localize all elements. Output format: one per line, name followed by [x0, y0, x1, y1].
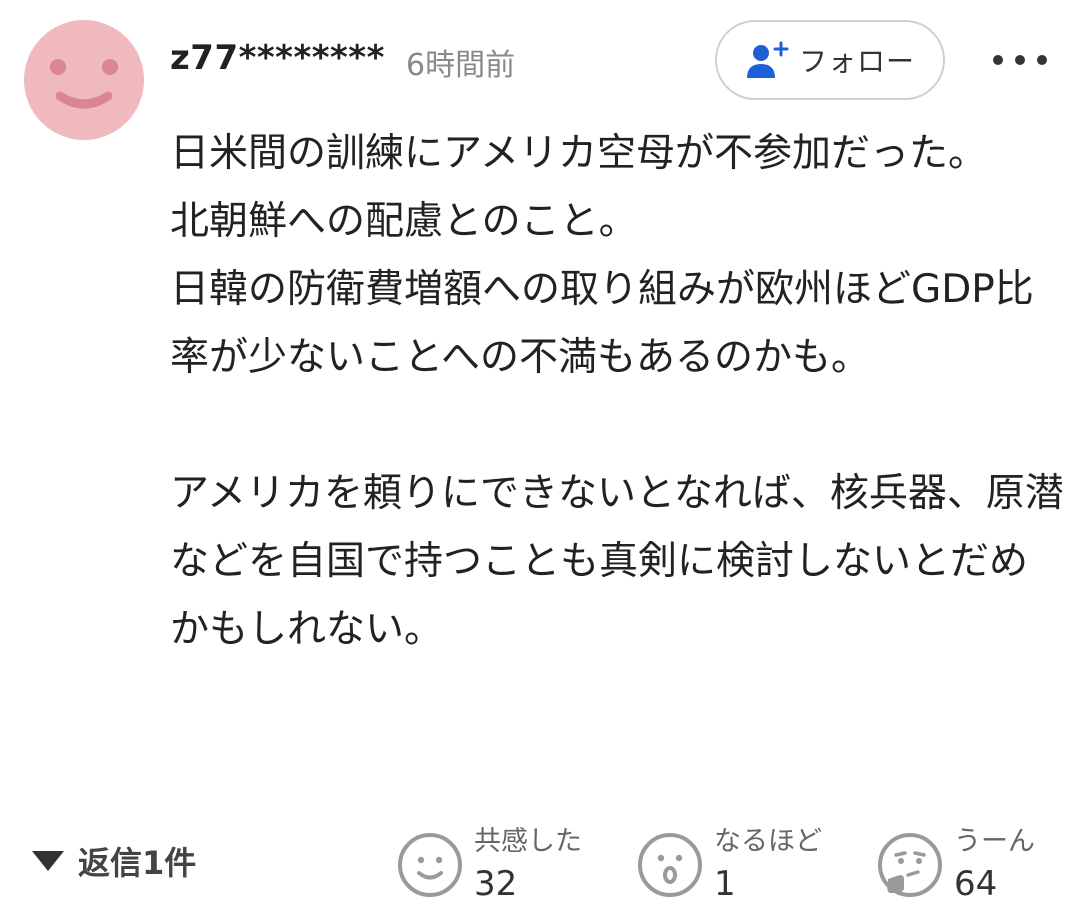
reply-count-label: 返信1件 — [78, 844, 197, 882]
reaction-doubt-button[interactable]: うーん 64 — [876, 815, 1035, 915]
reaction-count: 32 — [474, 864, 518, 904]
reaction-count: 64 — [954, 864, 998, 904]
reaction-count: 1 — [714, 864, 736, 904]
smile-face-icon — [398, 833, 462, 897]
surprised-face-icon — [638, 833, 702, 897]
more-dots-icon — [993, 55, 1047, 65]
triangle-down-icon — [32, 851, 64, 871]
reaction-label: なるほど — [714, 826, 822, 857]
avatar[interactable] — [24, 20, 144, 140]
reaction-label: うーん — [954, 826, 1035, 857]
more-options-button[interactable] — [984, 38, 1056, 82]
smile-avatar-icon — [50, 59, 118, 109]
reply-toggle-button[interactable]: 返信1件 — [30, 836, 196, 886]
reaction-insight-button[interactable]: なるほど 1 — [636, 815, 822, 915]
thinking-face-icon — [878, 833, 942, 897]
comment-body: 日米間の訓練にアメリカ空母が不参加だった。 北朝鮮への配慮とのこと。 日韓の防衛… — [170, 131, 1064, 652]
reaction-empathy-button[interactable]: 共感した 32 — [396, 815, 582, 915]
add-user-icon — [745, 40, 789, 80]
reaction-label: 共感した — [474, 826, 582, 857]
follow-label: フォロー — [798, 45, 915, 78]
username[interactable]: z77******** — [170, 38, 385, 78]
timestamp: 6時間前 — [406, 48, 516, 83]
follow-button[interactable]: フォロー — [715, 20, 945, 100]
